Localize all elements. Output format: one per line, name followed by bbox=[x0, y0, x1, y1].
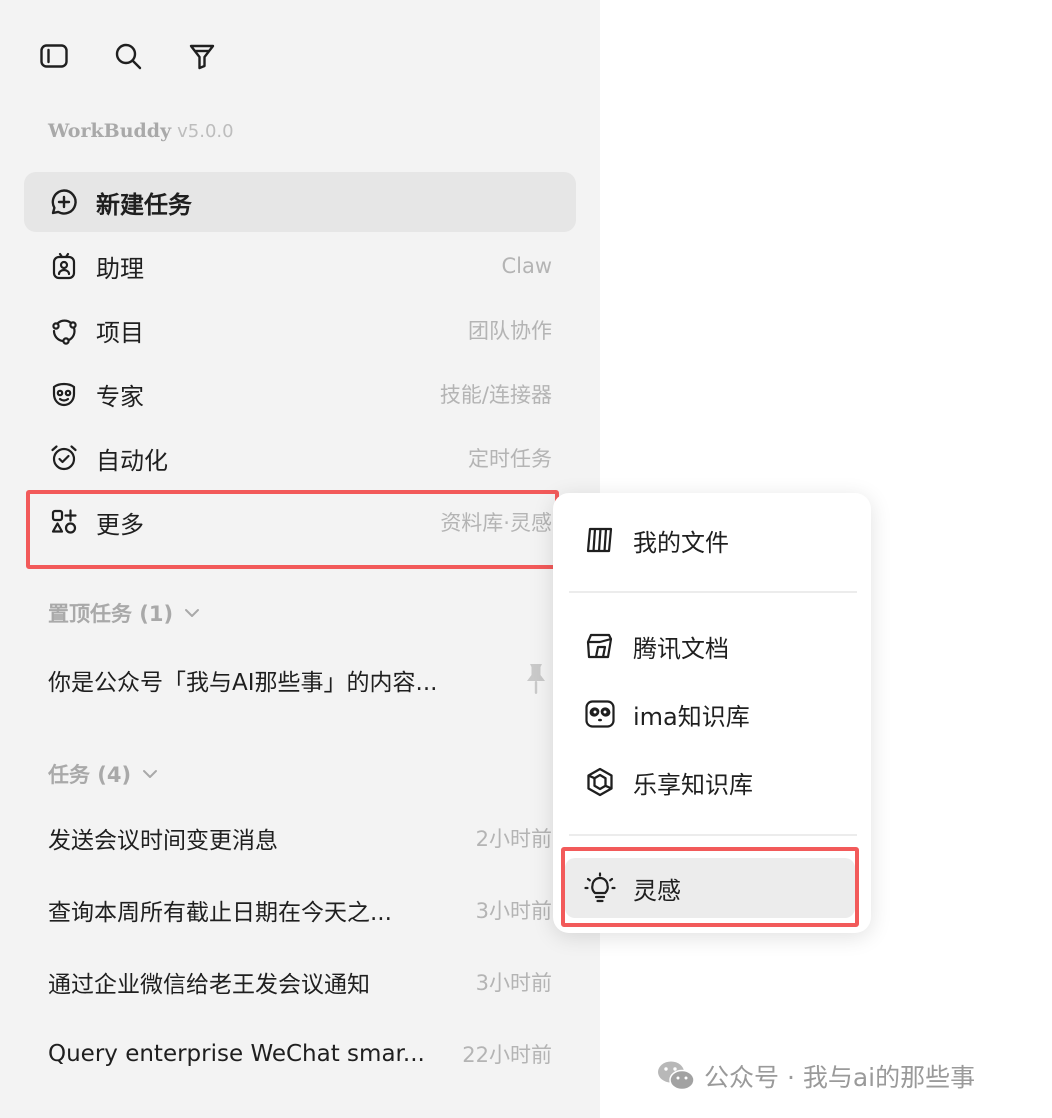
task-time: 2小时前 bbox=[475, 827, 552, 851]
pinned-section-header[interactable]: 置顶任务 (1) bbox=[48, 598, 201, 628]
more-highlight-box bbox=[26, 490, 559, 569]
nav-label: 助理 bbox=[96, 254, 144, 283]
watermark: 公众号 · 我与ai的那些事 bbox=[656, 1058, 975, 1094]
task-title: 通过企业微信给老王发会议通知 bbox=[48, 972, 370, 998]
nav-label: 专家 bbox=[96, 382, 144, 411]
alarm-clock-icon bbox=[48, 442, 80, 474]
assistant-icon bbox=[48, 250, 80, 282]
filter-button[interactable] bbox=[184, 38, 220, 74]
nav-label: 项目 bbox=[96, 318, 144, 347]
tencent-docs-icon bbox=[583, 629, 617, 663]
pinned-task-item[interactable]: 你是公众号「我与AI那些事」的内容... bbox=[48, 660, 488, 700]
menu-item-my-files[interactable]: 我的文件 bbox=[553, 510, 871, 570]
nav-new-task[interactable]: 新建任务 bbox=[24, 172, 576, 232]
menu-divider bbox=[569, 834, 857, 836]
chevron-down-icon bbox=[143, 770, 158, 778]
nav-hint: 团队协作 bbox=[468, 319, 552, 343]
menu-item-label: ima知识库 bbox=[633, 702, 750, 731]
watermark-text: 公众号 · 我与ai的那些事 bbox=[704, 1063, 976, 1092]
sidebar-toolbar bbox=[36, 38, 220, 74]
chevron-down-icon bbox=[185, 609, 200, 617]
nav-hint: 定时任务 bbox=[468, 447, 552, 471]
menu-item-lexiang[interactable]: 乐享知识库 bbox=[553, 752, 871, 812]
menu-item-label: 腾讯文档 bbox=[633, 634, 729, 663]
app-version: v5.0.0 bbox=[177, 121, 234, 142]
chat-plus-icon bbox=[48, 186, 80, 218]
task-title: 发送会议时间变更消息 bbox=[48, 828, 278, 854]
hexagon-icon bbox=[583, 765, 617, 799]
menu-item-tencent-docs[interactable]: 腾讯文档 bbox=[553, 616, 871, 676]
toggle-sidebar-button[interactable] bbox=[36, 38, 72, 74]
project-icon bbox=[48, 314, 80, 346]
filter-icon bbox=[189, 44, 215, 70]
nav-hint: Claw bbox=[501, 254, 552, 278]
nav-expert[interactable]: 专家 技能/连接器 bbox=[24, 364, 576, 424]
nav-hint: 技能/连接器 bbox=[439, 383, 552, 407]
nav-label: 新建任务 bbox=[96, 190, 192, 219]
task-time: 3小时前 bbox=[475, 971, 552, 995]
task-item[interactable]: 查询本周所有截止日期在今天之... 3小时前 bbox=[48, 890, 552, 930]
inspiration-highlight-box bbox=[561, 847, 859, 927]
menu-item-label: 乐享知识库 bbox=[633, 770, 753, 799]
task-title: Query enterprise WeChat smar... bbox=[48, 1041, 425, 1067]
search-icon bbox=[115, 43, 142, 70]
sidebar-toggle-icon bbox=[40, 44, 68, 68]
nav-label: 自动化 bbox=[96, 446, 168, 475]
pinned-section-title: 置顶任务 (1) bbox=[48, 602, 174, 626]
wechat-icon bbox=[658, 1061, 695, 1091]
nav-automation[interactable]: 自动化 定时任务 bbox=[24, 428, 576, 488]
app-name: WorkBuddy bbox=[48, 120, 172, 142]
task-item[interactable]: Query enterprise WeChat smar... 22小时前 bbox=[48, 1034, 552, 1074]
menu-divider bbox=[569, 591, 857, 593]
menu-item-ima[interactable]: ima知识库 bbox=[553, 684, 871, 744]
menu-item-label: 我的文件 bbox=[633, 528, 729, 557]
task-title: 查询本周所有截止日期在今天之... bbox=[48, 900, 392, 926]
app-brand: WorkBuddy v5.0.0 bbox=[48, 120, 234, 142]
task-item[interactable]: 发送会议时间变更消息 2小时前 bbox=[48, 818, 552, 858]
tasks-section-title: 任务 (4) bbox=[48, 763, 132, 787]
task-item[interactable]: 通过企业微信给老王发会议通知 3小时前 bbox=[48, 962, 552, 1002]
search-button[interactable] bbox=[110, 38, 146, 74]
tasks-section-header[interactable]: 任务 (4) bbox=[48, 759, 159, 789]
file-cabinet-icon bbox=[583, 523, 617, 557]
expert-icon bbox=[48, 378, 80, 410]
task-time: 22小时前 bbox=[462, 1043, 552, 1067]
panda-icon bbox=[583, 697, 617, 731]
task-time: 3小时前 bbox=[475, 899, 552, 923]
pin-icon[interactable] bbox=[522, 662, 550, 696]
task-title: 你是公众号「我与AI那些事」的内容... bbox=[48, 670, 438, 696]
nav-assistant[interactable]: 助理 Claw bbox=[24, 236, 576, 296]
nav-project[interactable]: 项目 团队协作 bbox=[24, 300, 576, 360]
